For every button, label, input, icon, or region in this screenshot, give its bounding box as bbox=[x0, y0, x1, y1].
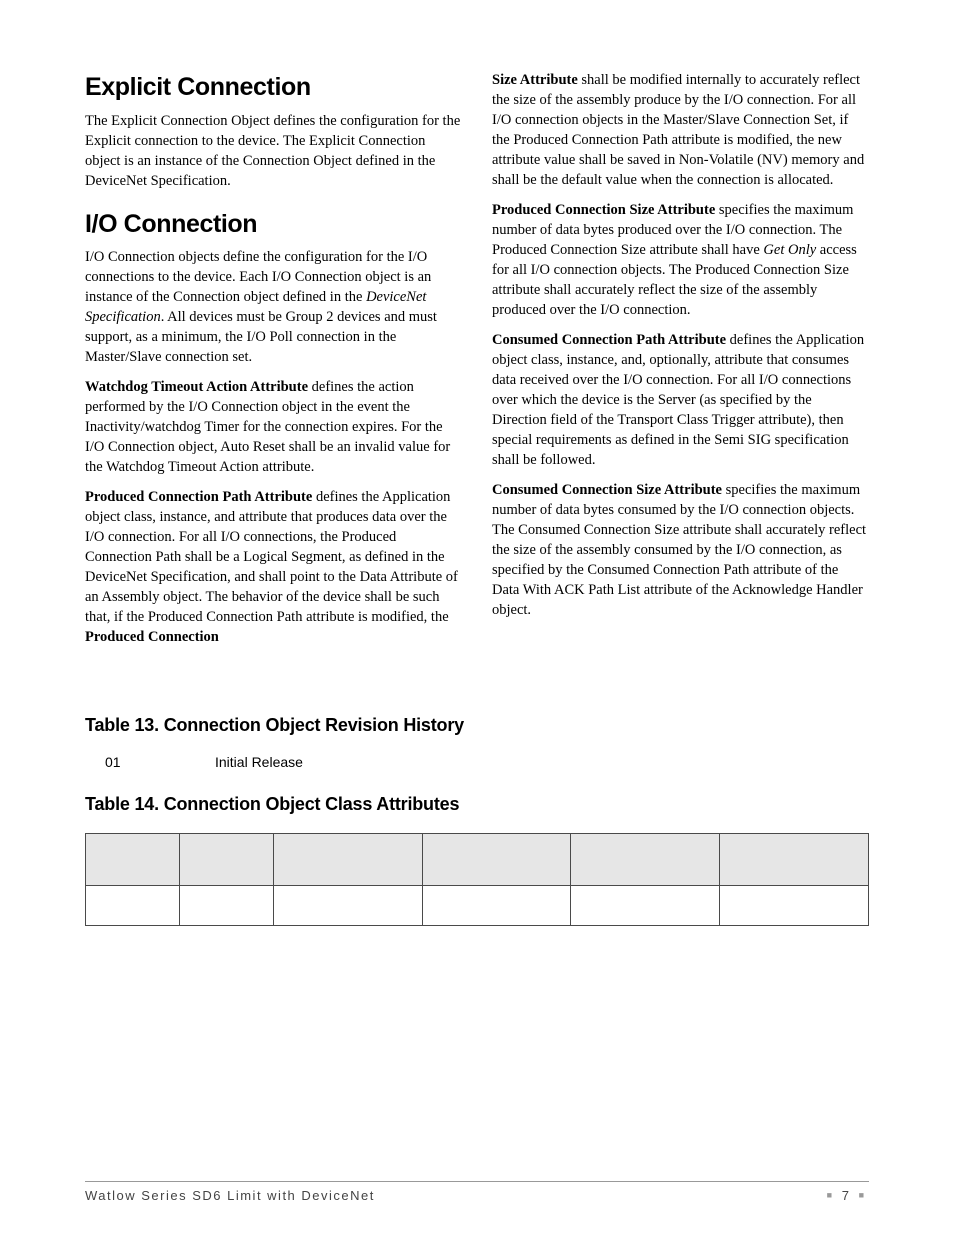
square-icon: ■ bbox=[859, 1190, 865, 1200]
revision-text: Initial Release bbox=[215, 754, 303, 770]
table-13-heading: Table 13. Connection Object Revision His… bbox=[85, 715, 869, 736]
table-header-cell bbox=[571, 834, 720, 886]
table-14-heading: Table 14. Connection Object Class Attrib… bbox=[85, 794, 869, 815]
paragraph-size-attribute: Size Attribute shall be modified interna… bbox=[492, 70, 869, 190]
text-segment: defines the Application object class, in… bbox=[85, 489, 458, 625]
text-segment: shall be modified internally to accurate… bbox=[492, 72, 864, 188]
table-cell bbox=[720, 886, 869, 926]
page-footer: Watlow Series SD6 Limit with DeviceNet ■… bbox=[85, 1181, 869, 1203]
heading-explicit-connection: Explicit Connection bbox=[85, 70, 462, 105]
table-cell bbox=[86, 886, 180, 926]
text-bold-watchdog: Watchdog Timeout Action Attribute bbox=[85, 379, 308, 395]
footer-title: Watlow Series SD6 Limit with DeviceNet bbox=[85, 1188, 375, 1203]
table-cell bbox=[273, 886, 422, 926]
text-bold-consumed-size: Consumed Connection Size Attribute bbox=[492, 482, 722, 498]
two-column-content: Explicit Connection The Explicit Connect… bbox=[85, 70, 869, 657]
text-segment: defines the Application object class, in… bbox=[492, 332, 864, 468]
class-attributes-table bbox=[85, 833, 869, 926]
table-header-cell bbox=[422, 834, 571, 886]
text-italic-getonly: Get Only bbox=[763, 242, 816, 258]
text-bold-consumed-path: Consumed Connection Path Attribute bbox=[492, 332, 726, 348]
table-cell bbox=[571, 886, 720, 926]
table-row bbox=[86, 886, 869, 926]
paragraph-produced-path: Produced Connection Path Attribute defin… bbox=[85, 487, 462, 647]
tables-section: Table 13. Connection Object Revision His… bbox=[85, 715, 869, 926]
text-segment: specifies the maximum number of data byt… bbox=[492, 482, 866, 618]
paragraph-io-intro: I/O Connection objects define the config… bbox=[85, 247, 462, 367]
table-header-row bbox=[86, 834, 869, 886]
paragraph-explicit-intro: The Explicit Connection Object defines t… bbox=[85, 111, 462, 191]
revision-row: 01 Initial Release bbox=[105, 754, 869, 770]
table-cell bbox=[422, 886, 571, 926]
left-column: Explicit Connection The Explicit Connect… bbox=[85, 70, 462, 657]
paragraph-watchdog: Watchdog Timeout Action Attribute define… bbox=[85, 377, 462, 477]
paragraph-consumed-size: Consumed Connection Size Attribute speci… bbox=[492, 480, 869, 620]
paragraph-produced-size: Produced Connection Size Attribute speci… bbox=[492, 200, 869, 320]
paragraph-consumed-path: Consumed Connection Path Attribute defin… bbox=[492, 330, 869, 470]
table-header-cell bbox=[273, 834, 422, 886]
right-column: Size Attribute shall be modified interna… bbox=[492, 70, 869, 657]
table-header-cell bbox=[86, 834, 180, 886]
revision-number: 01 bbox=[105, 754, 215, 770]
footer-page: ■ 7 ■ bbox=[823, 1188, 869, 1203]
text-bold-produced-path: Produced Connection Path Attribute bbox=[85, 489, 312, 505]
text-bold-produced-conn: Produced Connection bbox=[85, 629, 219, 645]
heading-io-connection: I/O Connection bbox=[85, 207, 462, 242]
text-bold-produced-size: Produced Connection Size Attribute bbox=[492, 202, 715, 218]
table-cell bbox=[179, 886, 273, 926]
table-header-cell bbox=[720, 834, 869, 886]
square-icon: ■ bbox=[827, 1190, 833, 1200]
table-header-cell bbox=[179, 834, 273, 886]
page-number: 7 bbox=[842, 1188, 850, 1203]
text-bold-size: Size Attribute bbox=[492, 72, 578, 88]
